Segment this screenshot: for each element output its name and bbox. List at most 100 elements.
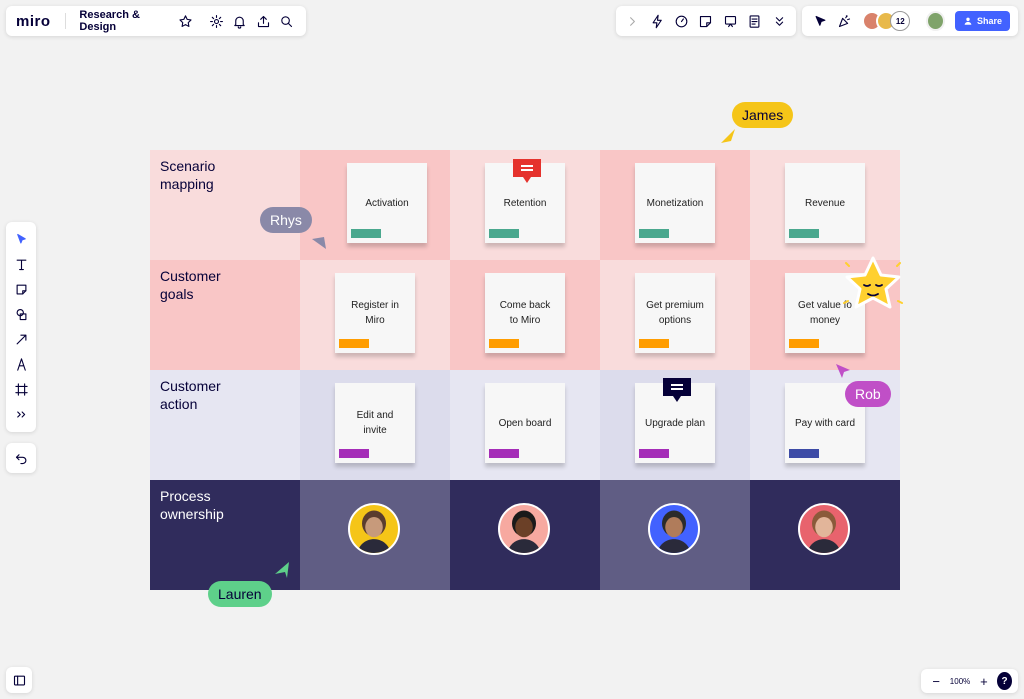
search-icon[interactable] [277, 10, 296, 32]
cursor-icon[interactable] [810, 10, 830, 32]
bell-icon[interactable] [230, 10, 249, 32]
row-label[interactable]: Scenario mapping [150, 150, 300, 200]
cursor-label-james: James [732, 102, 794, 128]
select-cursor-icon[interactable] [9, 228, 33, 250]
sticky-note[interactable]: Open board [485, 383, 565, 463]
sticky-tag[interactable] [339, 339, 369, 348]
sticky-tag[interactable] [639, 449, 669, 458]
arrow-line-icon[interactable] [9, 328, 33, 350]
share-panel: 12 Share [802, 6, 1018, 36]
sticker-icon[interactable] [695, 10, 716, 32]
frame-icon[interactable] [9, 378, 33, 400]
sticky-tag[interactable] [639, 229, 669, 238]
owner-avatar[interactable] [348, 503, 400, 555]
sticky-note[interactable]: Edit and invite [335, 383, 415, 463]
owner-avatar[interactable] [498, 503, 550, 555]
row-label[interactable]: Customer action [150, 370, 300, 420]
share-button[interactable]: Share [954, 11, 1010, 31]
sticky-note-text: Edit and invite [356, 410, 394, 436]
sticky-tag[interactable] [489, 449, 519, 458]
lightning-icon[interactable] [646, 10, 667, 32]
sticky-tag[interactable] [351, 229, 381, 238]
present-icon[interactable] [720, 10, 741, 32]
sticky-note[interactable]: Register in Miro [335, 273, 415, 353]
board-cell: Revenue [750, 150, 900, 260]
sticky-note[interactable]: Get premium options [635, 273, 715, 353]
collaboration-tools-panel [616, 6, 796, 36]
row-label[interactable]: Process ownership [150, 480, 300, 530]
sticky-note-icon[interactable] [9, 278, 33, 300]
divider [64, 13, 66, 29]
sticky-note-text: Come back to Miro [499, 300, 551, 326]
sticky-note[interactable]: Come back to Miro [485, 273, 565, 353]
owner-cell [600, 480, 750, 590]
pen-icon[interactable] [9, 353, 33, 375]
sticky-tag[interactable] [789, 339, 819, 348]
sticky-note-text: Open board [498, 417, 552, 429]
board-cell: Edit and invite [300, 370, 450, 480]
notes-icon[interactable] [744, 10, 765, 32]
creation-toolbar [6, 222, 36, 432]
help-button[interactable]: ? [997, 672, 1012, 690]
cursor-label-rob: Rob [845, 381, 891, 407]
row-label[interactable]: Customer goals [150, 260, 300, 310]
miro-logo[interactable]: miro [16, 13, 51, 30]
board-title[interactable]: Research & Design [79, 9, 167, 33]
undo-icon[interactable] [10, 447, 32, 469]
board-cell: Register in Miro [300, 260, 450, 370]
sidebar-toggle[interactable] [6, 667, 32, 693]
sticky-note-text: Register in Miro [351, 300, 399, 326]
sticky-note-text: Retention [503, 197, 547, 209]
comment-icon[interactable] [511, 157, 543, 185]
current-user-avatar[interactable] [926, 11, 945, 31]
sticky-tag[interactable] [639, 339, 669, 348]
collaborator-avatars[interactable]: 12 [862, 11, 911, 31]
zoom-level[interactable]: 100% [949, 677, 971, 686]
owner-avatar[interactable] [648, 503, 700, 555]
cursor-name: James [742, 107, 784, 123]
person-icon [807, 510, 841, 553]
sticky-tag[interactable] [789, 449, 819, 458]
sticky-note[interactable]: Revenue [785, 163, 865, 243]
comment-icon[interactable] [661, 376, 693, 404]
sticky-note[interactable]: Activation [347, 163, 427, 243]
cursor-name: Rhys [270, 212, 302, 228]
more-tools-icon[interactable] [9, 403, 33, 425]
board-cell: Monetization [600, 150, 750, 260]
undo-panel [6, 443, 36, 473]
cursor-arrow-icon [312, 237, 326, 249]
row-label-cell: Scenario mapping [150, 150, 300, 260]
sticky-note-text: Pay with card [794, 417, 856, 429]
sticky-tag[interactable] [339, 449, 369, 458]
sticky-note-text: Activation [365, 197, 409, 209]
owner-avatar[interactable] [798, 503, 850, 555]
star-sticker-icon[interactable] [840, 253, 906, 319]
collaborator-count-badge[interactable]: 12 [890, 11, 911, 31]
text-icon[interactable] [9, 253, 33, 275]
zoom-out-button[interactable]: − [927, 670, 945, 692]
sticky-tag[interactable] [489, 229, 519, 238]
sticky-tag[interactable] [789, 229, 819, 238]
owner-cell [750, 480, 900, 590]
cursor-arrow-icon [275, 562, 289, 578]
row-label-cell: Customer goals [150, 260, 300, 370]
chevron-double-down-icon[interactable] [769, 10, 790, 32]
celebrate-icon[interactable] [834, 10, 854, 32]
sticky-note-text: Get premium options [646, 300, 704, 326]
zoom-in-button[interactable]: + [975, 670, 993, 692]
chevron-right-icon[interactable] [622, 10, 643, 32]
sticky-tag[interactable] [489, 339, 519, 348]
star-icon[interactable] [175, 10, 194, 32]
sticky-note-text: Monetization [646, 197, 704, 209]
cursor-name: Lauren [218, 586, 262, 602]
row-label-cell: Customer action [150, 370, 300, 480]
sticky-note[interactable]: Monetization [635, 163, 715, 243]
timer-icon[interactable] [671, 10, 692, 32]
cursor-label-rhys: Rhys [260, 207, 312, 233]
shapes-icon[interactable] [9, 303, 33, 325]
user-icon [964, 17, 972, 25]
gear-icon[interactable] [207, 10, 226, 32]
owner-cell [300, 480, 450, 590]
person-icon [657, 510, 691, 553]
upload-icon[interactable] [253, 10, 272, 32]
